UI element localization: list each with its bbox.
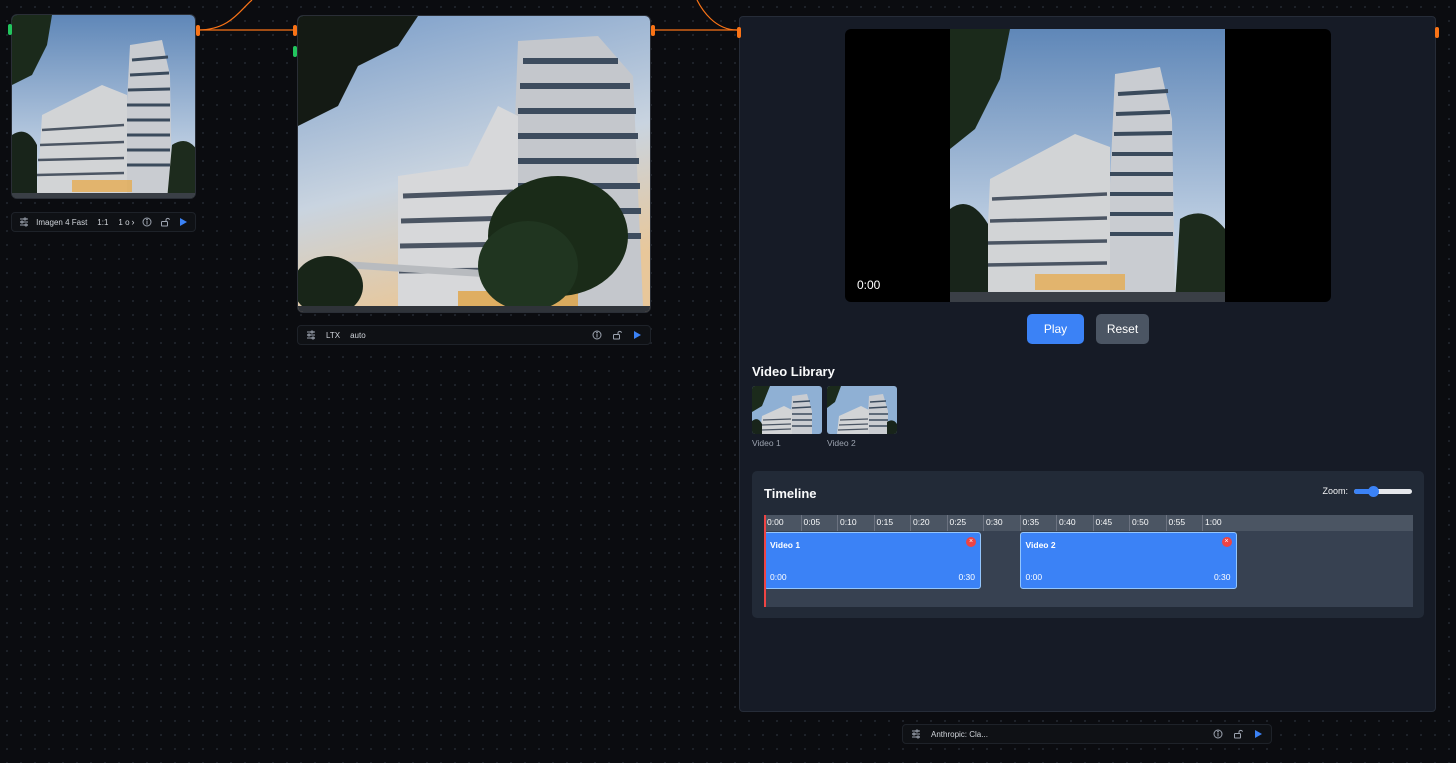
- node1-toolbar: Imagen 4 Fast 1:1 1 o ›: [11, 212, 196, 232]
- reset-button[interactable]: Reset: [1096, 314, 1149, 344]
- video-library-title: Video Library: [752, 364, 835, 379]
- model-select[interactable]: Imagen 4 Fast: [36, 218, 87, 227]
- timeline-tick: 0:40: [1056, 515, 1076, 531]
- timeline-tick: 0:50: [1129, 515, 1149, 531]
- play-button[interactable]: Play: [1027, 314, 1084, 344]
- timeline-tick: 0:25: [946, 515, 966, 531]
- timeline-tick: 0:35: [1019, 515, 1039, 531]
- timeline-track[interactable]: Video 1 0:00 0:30 × Video 2 0:00 0:30 ×: [764, 515, 1413, 607]
- play-icon[interactable]: [630, 328, 644, 342]
- node1-image[interactable]: [11, 14, 196, 199]
- zoom-label: Zoom:: [1322, 486, 1348, 496]
- panel-output-port[interactable]: [1435, 27, 1439, 38]
- timeline: Timeline Zoom: 0:00 0:05 0:10 0:15 0:20 0:25 0…: [752, 471, 1424, 618]
- zoom-slider-thumb[interactable]: [1368, 485, 1380, 497]
- node1-output-port[interactable]: [196, 25, 200, 36]
- timeline-title: Timeline: [764, 486, 817, 501]
- timeline-ruler[interactable]: 0:00 0:05 0:10 0:15 0:20 0:25 0:30 0:35 0:40 0:45…: [764, 515, 1413, 531]
- unlock-icon[interactable]: [1231, 727, 1245, 741]
- timeline-tick: 0:55: [1165, 515, 1185, 531]
- unlock-icon[interactable]: [610, 328, 624, 342]
- remove-clip-icon[interactable]: ×: [1221, 537, 1232, 547]
- clip-start-time: 0:00: [1025, 572, 1043, 582]
- sliders-icon[interactable]: [304, 328, 318, 342]
- timeline-tick: 0:00: [764, 515, 784, 531]
- mode-select[interactable]: auto: [350, 331, 366, 340]
- count-select[interactable]: 1 o: [118, 218, 129, 227]
- clip-start-time: 0:00: [770, 572, 787, 582]
- node2-toolbar: LTX auto: [297, 325, 651, 345]
- node1-input-port[interactable]: [8, 24, 12, 35]
- video-thumbnail[interactable]: [752, 386, 822, 434]
- video-frame: [950, 29, 1225, 302]
- clip-end-time: 0:30: [958, 572, 975, 582]
- timeline-tick: 0:15: [873, 515, 893, 531]
- library-item[interactable]: Video 1: [752, 386, 822, 448]
- clip-name: Video 1: [770, 540, 801, 550]
- clip-name: Video 2: [1025, 540, 1056, 550]
- play-icon[interactable]: [177, 215, 189, 229]
- node3-toolbar: Anthropic: Cla...: [902, 724, 1272, 744]
- zoom-control: Zoom:: [1322, 485, 1412, 497]
- timeline-tick: 0:20: [910, 515, 930, 531]
- info-icon[interactable]: [141, 215, 153, 229]
- timeline-clip[interactable]: Video 2 0:00 0:30 ×: [1019, 532, 1237, 589]
- node2-image[interactable]: [297, 15, 651, 313]
- video-thumbnail[interactable]: [827, 386, 897, 434]
- timeline-tick: 0:05: [800, 515, 820, 531]
- node2-output-port[interactable]: [651, 25, 655, 36]
- sliders-icon[interactable]: [909, 727, 923, 741]
- panel-input-port[interactable]: [737, 27, 741, 38]
- chevron-right-icon[interactable]: ›: [132, 217, 135, 227]
- video-player[interactable]: 0:00: [845, 29, 1331, 302]
- play-icon[interactable]: [1251, 727, 1265, 741]
- clip-end-time: 0:30: [1213, 572, 1231, 582]
- library-item[interactable]: Video 2: [827, 386, 897, 448]
- timeline-tick: 0:30: [983, 515, 1003, 531]
- timeline-tick: 0:10: [837, 515, 857, 531]
- aspect-select[interactable]: 1:1: [97, 218, 108, 227]
- model-select[interactable]: LTX: [326, 331, 340, 340]
- remove-clip-icon[interactable]: ×: [966, 537, 976, 547]
- timeline-clip[interactable]: Video 1 0:00 0:30 ×: [764, 532, 981, 589]
- library-item-label: Video 2: [827, 438, 856, 448]
- sliders-icon[interactable]: [18, 215, 30, 229]
- node2-input-port[interactable]: [293, 46, 297, 57]
- player-time: 0:00: [857, 278, 881, 292]
- video-editor-panel: 0:00 Play Reset Video Library Video 1 Vi…: [737, 16, 1439, 712]
- building-image: [12, 15, 195, 198]
- timeline-tick: 0:45: [1092, 515, 1112, 531]
- info-icon[interactable]: [590, 328, 604, 342]
- info-icon[interactable]: [1211, 727, 1225, 741]
- zoom-slider[interactable]: [1354, 485, 1412, 497]
- timeline-tick: 1:00: [1202, 515, 1222, 531]
- building-image: [298, 16, 650, 312]
- library-item-label: Video 1: [752, 438, 781, 448]
- playhead[interactable]: [764, 515, 766, 607]
- unlock-icon[interactable]: [159, 215, 171, 229]
- model-select[interactable]: Anthropic: Cla...: [931, 730, 988, 739]
- node2-input-port-top[interactable]: [293, 25, 297, 36]
